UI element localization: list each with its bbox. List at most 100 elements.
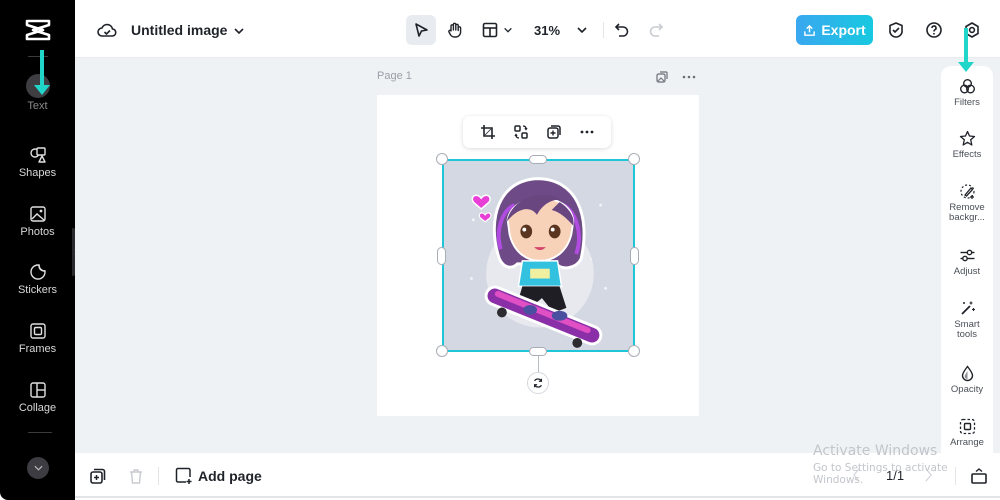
page-view-toggle-button[interactable] xyxy=(970,467,988,485)
collage-icon xyxy=(29,381,47,399)
capcut-logo-icon[interactable] xyxy=(24,18,52,42)
adjust-button[interactable]: Adjust xyxy=(941,247,993,277)
security-button[interactable] xyxy=(881,15,911,45)
effects-label: Effects xyxy=(952,149,982,160)
crop-icon xyxy=(480,125,495,139)
smart-tools-button[interactable]: Smart tools xyxy=(941,300,993,340)
rotate-icon xyxy=(533,378,543,388)
chevron-down-icon xyxy=(504,27,512,33)
sidebar-item-label: Stickers xyxy=(17,284,58,296)
filters-button[interactable]: Filters xyxy=(941,78,993,108)
divider xyxy=(955,467,956,485)
sidebar-item-label: Shapes xyxy=(18,167,57,179)
sidebar-item-label: Photos xyxy=(20,226,55,238)
shapes-icon xyxy=(29,146,47,164)
redo-button[interactable] xyxy=(641,15,671,45)
resize-handle-bottom-right[interactable] xyxy=(628,345,640,357)
add-page-icon xyxy=(175,467,192,484)
hand-tool-button[interactable] xyxy=(440,15,470,45)
chevron-left-icon xyxy=(853,468,860,482)
divider xyxy=(28,432,52,433)
duplicate-icon xyxy=(90,468,106,484)
divider xyxy=(603,22,604,38)
more-horizontal-icon xyxy=(580,130,593,134)
upload-icon xyxy=(804,24,816,36)
effects-button[interactable]: Effects xyxy=(941,130,993,160)
smart-tools-label: Smart tools xyxy=(954,319,980,340)
sticker-icon xyxy=(29,263,47,281)
resize-handle-right[interactable] xyxy=(630,247,639,265)
resize-handle-left[interactable] xyxy=(437,247,446,265)
duplicate-page-button[interactable] xyxy=(89,467,107,485)
resize-handle-bottom-left[interactable] xyxy=(436,345,448,357)
rotate-handle[interactable] xyxy=(527,372,549,394)
sidebar-item-frames[interactable]: Frames xyxy=(0,322,75,355)
replace-button[interactable] xyxy=(510,121,532,143)
sidebar-item-photos[interactable]: Photos xyxy=(0,205,75,238)
photo-icon xyxy=(29,205,47,223)
crop-button[interactable] xyxy=(477,121,499,143)
export-button[interactable]: Export xyxy=(796,15,873,45)
help-button[interactable] xyxy=(919,15,949,45)
settings-button[interactable] xyxy=(957,15,987,45)
shield-check-icon xyxy=(889,22,903,38)
export-label: Export xyxy=(821,22,866,38)
layout-dropdown-button[interactable] xyxy=(475,15,519,45)
chevron-down-icon[interactable] xyxy=(233,24,245,36)
hand-icon xyxy=(448,22,462,38)
resize-handle-top-right[interactable] xyxy=(628,153,640,165)
arrange-button[interactable]: Arrange xyxy=(941,418,993,448)
divider xyxy=(28,56,48,57)
previous-page-button[interactable] xyxy=(852,468,864,486)
filters-icon xyxy=(959,78,976,95)
magic-wand-icon xyxy=(959,300,976,317)
floating-toolbar xyxy=(463,116,611,148)
bottom-bar: Add page 1/1 xyxy=(75,453,1000,498)
next-page-button[interactable] xyxy=(924,468,936,486)
add-page-label: Add page xyxy=(198,467,262,484)
top-bar: Untitled image 31% Export xyxy=(75,0,1000,58)
rotate-connector xyxy=(538,356,539,372)
frame-icon xyxy=(29,322,47,340)
replace-icon xyxy=(513,125,528,139)
page-more-icon[interactable] xyxy=(681,70,697,84)
opacity-label: Opacity xyxy=(950,384,984,395)
page-indicator: 1/1 xyxy=(886,468,905,483)
duplicate-page-icon[interactable] xyxy=(655,70,669,84)
undo-button[interactable] xyxy=(607,15,637,45)
sidebar-item-collage[interactable]: Collage xyxy=(0,381,75,414)
resize-handle-top[interactable] xyxy=(529,155,547,164)
chevron-right-icon xyxy=(925,468,932,482)
duplicate-button[interactable] xyxy=(543,121,565,143)
right-properties-panel: Filters Effects Remove backgr... Adjust … xyxy=(941,66,993,456)
more-options-button[interactable] xyxy=(576,121,598,143)
trash-icon xyxy=(130,469,142,484)
remove-background-button[interactable]: Remove backgr... xyxy=(941,183,993,223)
divider xyxy=(158,467,159,485)
document-title[interactable]: Untitled image xyxy=(131,22,227,38)
selected-image[interactable] xyxy=(442,159,635,352)
chevron-down-icon xyxy=(33,465,43,471)
sidebar-item-stickers[interactable]: Stickers xyxy=(0,263,75,296)
arrange-label: Arrange xyxy=(950,437,984,448)
opacity-drop-icon xyxy=(959,365,976,382)
layout-icon xyxy=(482,22,498,38)
redo-icon xyxy=(649,23,664,37)
select-tool-button[interactable] xyxy=(406,15,436,45)
opacity-button[interactable]: Opacity xyxy=(941,365,993,395)
sidebar-item-label: Frames xyxy=(18,343,57,355)
sidebar-item-shapes[interactable]: Shapes xyxy=(0,146,75,179)
left-sidebar: Text Shapes Photos Stickers Frames Colla… xyxy=(0,0,75,500)
cloud-saved-icon[interactable] xyxy=(97,21,117,39)
sidebar-more-button[interactable] xyxy=(27,457,49,479)
help-icon xyxy=(926,22,942,38)
zoom-level[interactable]: 31% xyxy=(534,23,560,38)
effects-star-icon xyxy=(959,130,976,147)
sliders-icon xyxy=(959,247,976,264)
add-page-button[interactable]: Add page xyxy=(175,467,262,484)
zoom-dropdown-button[interactable] xyxy=(567,15,597,45)
resize-handle-top-left[interactable] xyxy=(436,153,448,165)
resize-handle-bottom[interactable] xyxy=(529,347,547,356)
skater-girl-sticker-image xyxy=(469,177,608,348)
delete-page-button[interactable] xyxy=(127,467,145,485)
